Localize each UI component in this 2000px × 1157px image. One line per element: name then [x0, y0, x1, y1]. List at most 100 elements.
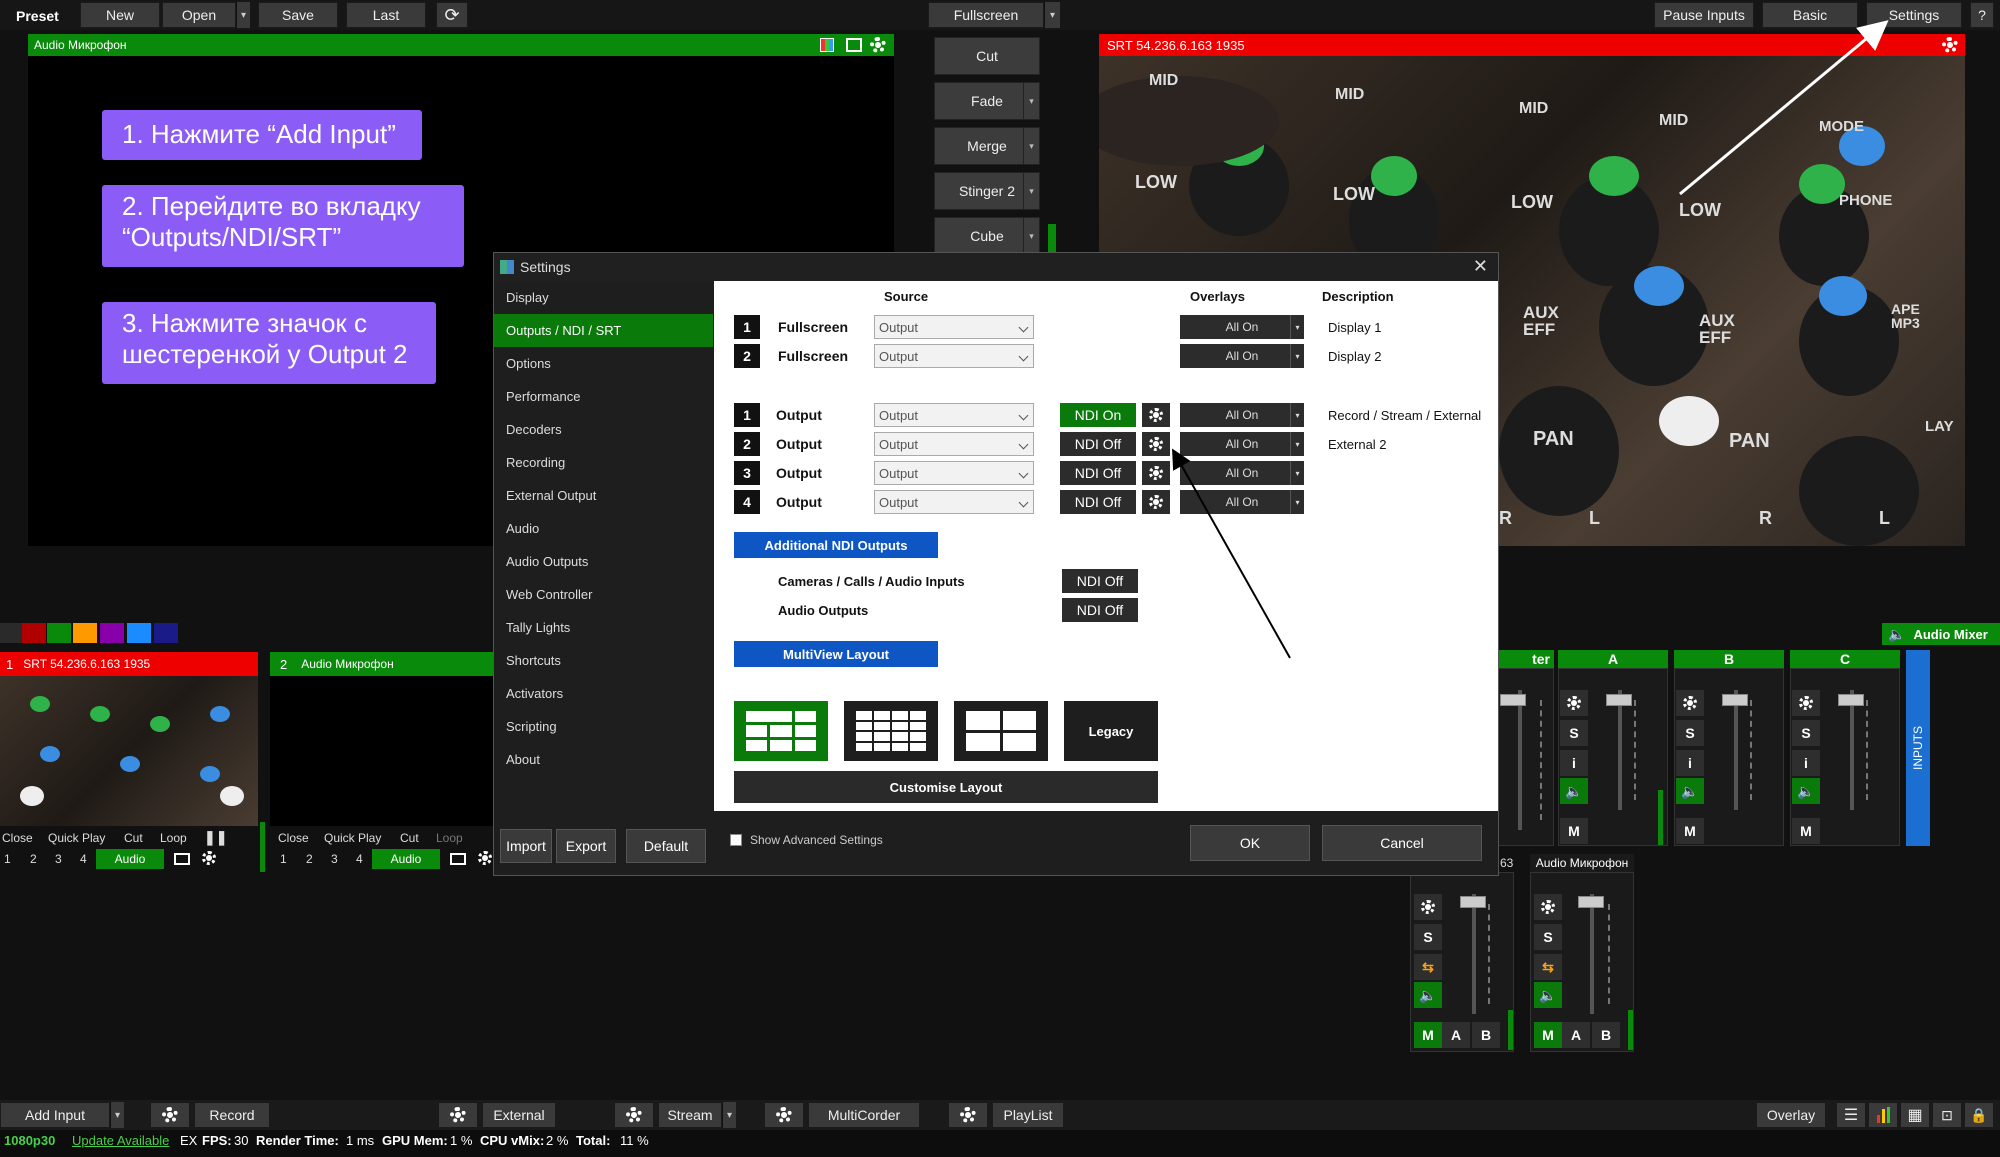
input2-loop-button[interactable]: Loop [436, 831, 463, 845]
color-grid-icon[interactable] [820, 38, 834, 52]
strip1-arrows-button[interactable]: ⇆ [1414, 954, 1442, 980]
nav-activators[interactable]: Activators [494, 677, 713, 710]
input2-cut-button[interactable]: Cut [400, 831, 419, 845]
layout-option-1[interactable] [734, 701, 828, 761]
transition-cut-button[interactable]: Cut [934, 37, 1040, 75]
output-1-ndi-button[interactable]: NDI On [1060, 403, 1136, 427]
new-button[interactable]: New [80, 2, 160, 28]
list-view-icon[interactable]: ☰ [1836, 1102, 1866, 1128]
close-icon[interactable]: ✕ [1473, 256, 1488, 277]
nav-shortcuts[interactable]: Shortcuts [494, 644, 713, 677]
input2-overlay-3[interactable]: 3 [331, 852, 338, 866]
color-swatch[interactable] [100, 623, 124, 643]
color-swatch[interactable] [154, 623, 178, 643]
bus-a-mute-button[interactable]: M [1560, 818, 1588, 844]
strip2-mute-button[interactable]: M [1534, 1022, 1562, 1048]
bus-c-mute-button[interactable]: M [1792, 818, 1820, 844]
input1-monitor-icon[interactable] [174, 853, 190, 865]
input1-overlay-2[interactable]: 2 [30, 852, 37, 866]
layout-option-2[interactable] [844, 701, 938, 761]
record-button[interactable]: Record [194, 1102, 270, 1128]
bus-c-fader-knob[interactable] [1838, 694, 1864, 706]
bus-a-info-button[interactable]: i [1560, 750, 1588, 776]
output-2-source-select[interactable]: Output [874, 432, 1034, 456]
basic-button[interactable]: Basic [1762, 2, 1858, 28]
bus-b-solo-button[interactable]: S [1676, 720, 1704, 746]
fade-dropdown[interactable]: ▾ [1023, 83, 1039, 119]
input1-thumbnail[interactable] [0, 676, 258, 826]
open-dropdown-button[interactable]: ▾ [236, 2, 250, 28]
nav-display[interactable]: Display [494, 281, 713, 314]
input2-header[interactable]: 2 Audio Микрофон [270, 652, 496, 676]
transition-merge-button[interactable]: Merge ▾ [934, 127, 1040, 165]
nav-options[interactable]: Options [494, 347, 713, 380]
strip1-speaker-button[interactable]: 🔈 [1414, 982, 1442, 1008]
output-3-source-select[interactable]: Output [874, 461, 1034, 485]
input2-audio-button[interactable]: Audio [372, 849, 440, 869]
nav-audio[interactable]: Audio [494, 512, 713, 545]
input1-overlay-4[interactable]: 4 [80, 852, 87, 866]
color-swatch[interactable] [0, 623, 24, 643]
default-button[interactable]: Default [626, 829, 706, 863]
display-2-overlays-select[interactable]: All On ▾ [1180, 344, 1304, 368]
stream-dropdown[interactable]: ▾ [722, 1102, 736, 1128]
strip2-solo-button[interactable]: S [1534, 924, 1562, 950]
display-1-overlays-select[interactable]: All On ▾ [1180, 315, 1304, 339]
strip2-bus-a-button[interactable]: A [1562, 1022, 1590, 1048]
nav-performance[interactable]: Performance [494, 380, 713, 413]
snapshot-icon[interactable]: ⊡ [1932, 1102, 1962, 1128]
strip2-gear-button[interactable] [1534, 894, 1562, 920]
bus-a-fader[interactable] [1618, 690, 1622, 810]
nav-tally-lights[interactable]: Tally Lights [494, 611, 713, 644]
record-gear-button[interactable] [150, 1102, 190, 1128]
display-1-source-select[interactable]: Output [874, 315, 1034, 339]
show-advanced-checkbox[interactable] [730, 834, 742, 846]
transition-stinger-button[interactable]: Stinger 2 ▾ [934, 172, 1040, 210]
cameras-ndi-button[interactable]: NDI Off [1062, 569, 1138, 593]
output-2-gear-button[interactable] [1142, 432, 1170, 456]
input1-overlay-3[interactable]: 3 [55, 852, 62, 866]
strip1-solo-button[interactable]: S [1414, 924, 1442, 950]
input2-gear-icon[interactable] [478, 851, 492, 868]
input1-close-button[interactable]: Close [2, 831, 33, 845]
output-2-ndi-button[interactable]: NDI Off [1060, 432, 1136, 456]
input2-monitor-icon[interactable] [450, 853, 466, 865]
input1-pause-icon[interactable]: ❚❚ [204, 829, 227, 846]
layout-legacy-button[interactable]: Legacy [1064, 701, 1158, 761]
bus-c-speaker-button[interactable]: 🔈 [1792, 778, 1820, 804]
output-3-overlays-select[interactable]: All On ▾ [1180, 461, 1304, 485]
multicorder-gear-button[interactable] [764, 1102, 804, 1128]
input2-overlay-1[interactable]: 1 [280, 852, 287, 866]
open-button[interactable]: Open [162, 2, 236, 28]
save-button[interactable]: Save [258, 2, 338, 28]
multicorder-button[interactable]: MultiCorder [808, 1102, 920, 1128]
output-3-gear-button[interactable] [1142, 461, 1170, 485]
bus-b-fader-knob[interactable] [1722, 694, 1748, 706]
add-input-dropdown[interactable]: ▾ [110, 1102, 124, 1128]
customise-layout-button[interactable]: Customise Layout [734, 771, 1158, 803]
bus-b-header[interactable]: B [1674, 650, 1784, 668]
bus-a-speaker-button[interactable]: 🔈 [1560, 778, 1588, 804]
external-gear-button[interactable] [438, 1102, 478, 1128]
input2-overlay-2[interactable]: 2 [306, 852, 313, 866]
settings-button[interactable]: Settings [1866, 2, 1962, 28]
nav-web-controller[interactable]: Web Controller [494, 578, 713, 611]
import-button[interactable]: Import [500, 829, 552, 863]
output-4-source-select[interactable]: Output [874, 490, 1034, 514]
inputs-tab[interactable]: INPUTS [1906, 650, 1930, 846]
audio-mixer-tab[interactable]: 🔈 Audio Mixer [1882, 623, 2000, 645]
transition-cube-button[interactable]: Cube ▾ [934, 217, 1040, 255]
strip2-header[interactable]: Audio Микрофон [1530, 854, 1634, 872]
nav-outputs-ndi-srt[interactable]: Outputs / NDI / SRT [494, 314, 713, 347]
bus-c-fader[interactable] [1850, 690, 1854, 810]
output-1-gear-button[interactable] [1142, 403, 1170, 427]
bus-b-mute-button[interactable]: M [1676, 818, 1704, 844]
strip1-fader-knob[interactable] [1460, 896, 1486, 908]
bus-b-fader[interactable] [1734, 690, 1738, 810]
level-meter-icon[interactable] [1868, 1102, 1898, 1128]
input1-quickplay-button[interactable]: Quick Play [48, 831, 105, 845]
overlay-button[interactable]: Overlay [1756, 1102, 1826, 1128]
strip2-fader[interactable] [1590, 894, 1594, 1014]
merge-dropdown[interactable]: ▾ [1023, 128, 1039, 164]
layout-option-3[interactable] [954, 701, 1048, 761]
